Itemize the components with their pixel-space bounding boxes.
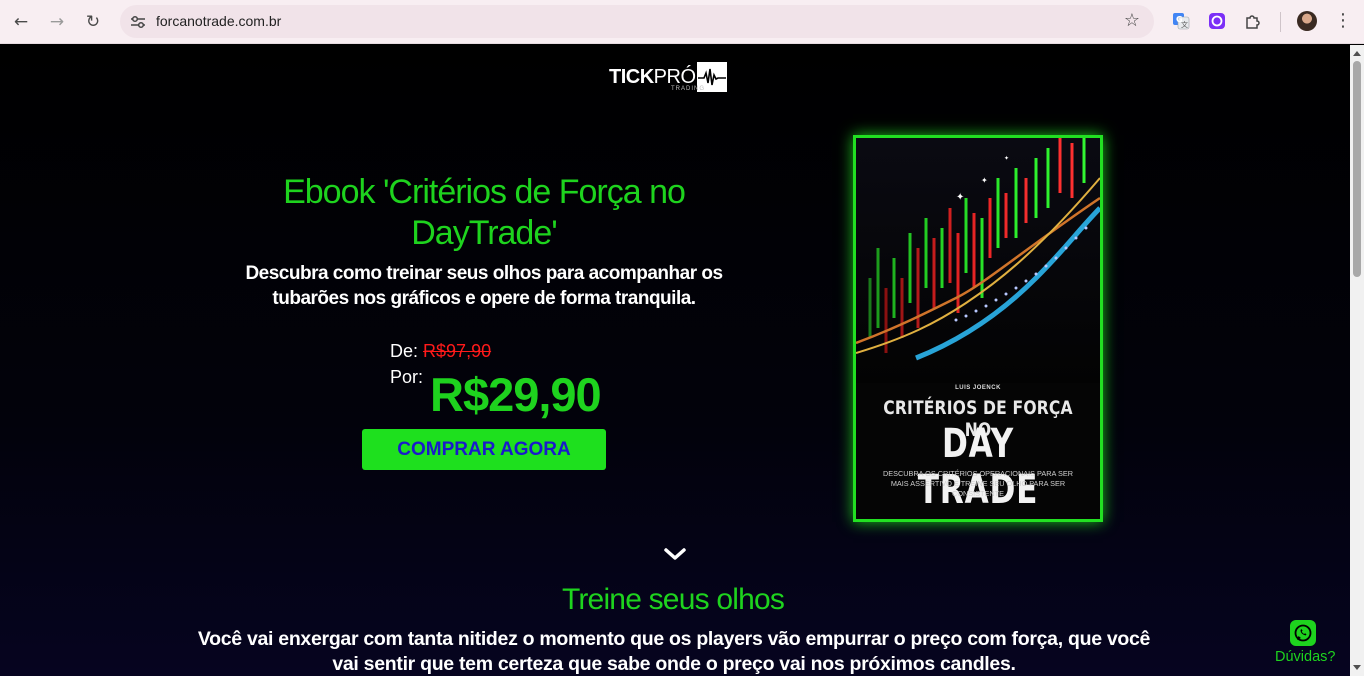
ebook-cover-image: ✦ ✦ ✦ LUIS JOENCK CRITÉRIOS DE FORÇA NO … bbox=[853, 135, 1103, 522]
whatsapp-icon[interactable] bbox=[1290, 620, 1316, 646]
trading-chart-illustration: ✦ ✦ ✦ bbox=[856, 138, 1100, 383]
book-description: DESCUBRA OS CRITÉRIOS OPERACIONAIS PARA … bbox=[882, 469, 1074, 498]
svg-text:✦: ✦ bbox=[981, 176, 988, 185]
scroll-down-arrow-icon[interactable] bbox=[1353, 665, 1361, 670]
price-from-label: De: bbox=[390, 341, 419, 361]
whatsapp-label[interactable]: Dúvidas? bbox=[1275, 649, 1335, 665]
svg-text:✦: ✦ bbox=[956, 192, 964, 203]
back-arrow-icon[interactable]: ← bbox=[8, 9, 34, 35]
page-scrollbar[interactable] bbox=[1350, 45, 1364, 676]
bookmark-star-icon[interactable]: ☆ bbox=[1124, 10, 1140, 31]
hero-subtitle: Descubra como treinar seus olhos para ac… bbox=[245, 263, 723, 309]
forward-arrow-icon[interactable]: → bbox=[44, 9, 70, 35]
scroll-up-arrow-icon[interactable] bbox=[1353, 51, 1361, 56]
book-author: LUIS JOENCK bbox=[955, 385, 1001, 391]
reload-icon[interactable]: ↻ bbox=[80, 9, 106, 35]
logo-sub-text: TRADING bbox=[671, 86, 705, 92]
book-title-line2: DAY TRADE bbox=[917, 421, 1039, 513]
section-text: Você vai enxergar com tanta nitidez o mo… bbox=[197, 628, 1151, 675]
landing-page: TICK PRÓ TRADING Ebook 'Critérios de For… bbox=[0, 45, 1350, 676]
logo-main-text: TICK bbox=[609, 65, 654, 88]
extension-purple-icon[interactable] bbox=[1207, 11, 1227, 31]
tickpro-logo[interactable]: TICK PRÓ TRADING bbox=[609, 62, 727, 92]
svg-text:✦: ✦ bbox=[1004, 155, 1009, 162]
svg-text:文: 文 bbox=[1181, 20, 1188, 29]
address-bar[interactable]: forcanotrade.com.br ☆ bbox=[120, 5, 1154, 38]
price-por-label: Por: bbox=[390, 367, 424, 387]
chevron-down-icon[interactable] bbox=[663, 546, 687, 567]
new-price: R$29,90 bbox=[430, 368, 602, 421]
toolbar-divider bbox=[1280, 12, 1281, 32]
old-price: R$97,90 bbox=[423, 341, 492, 361]
buy-now-button[interactable]: COMPRAR AGORA bbox=[362, 429, 606, 470]
site-info-icon[interactable] bbox=[128, 12, 148, 32]
scrollbar-thumb[interactable] bbox=[1353, 61, 1361, 277]
extensions-puzzle-icon[interactable] bbox=[1243, 11, 1263, 31]
profile-avatar-icon[interactable] bbox=[1297, 11, 1317, 31]
browser-toolbar: ← → ↻ forcanotrade.com.br ☆ G 文 ⋮ bbox=[0, 0, 1364, 44]
section-title: Treine seus olhos bbox=[561, 583, 785, 616]
url-text[interactable]: forcanotrade.com.br bbox=[156, 13, 281, 29]
hero-title: Ebook 'Critérios de Força no DayTrade' bbox=[283, 173, 686, 252]
price-from-line: De: R$97,90 bbox=[390, 341, 491, 362]
google-translate-icon[interactable]: G 文 bbox=[1171, 11, 1191, 31]
menu-dots-icon[interactable]: ⋮ bbox=[1334, 10, 1352, 31]
